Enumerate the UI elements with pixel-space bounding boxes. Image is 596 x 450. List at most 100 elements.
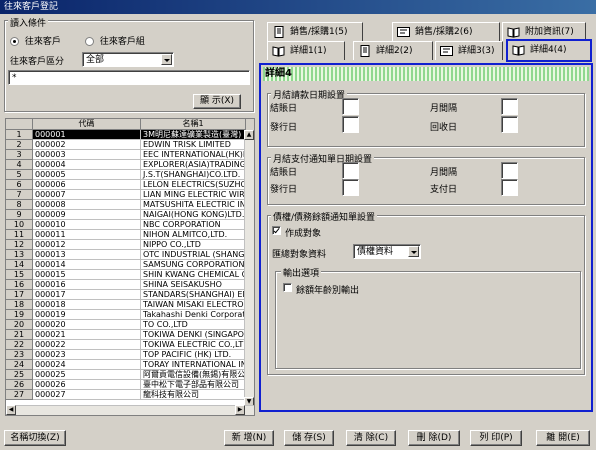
radio-group[interactable]: 往來客戶組 <box>85 34 145 47</box>
row-number: 13 <box>6 250 33 260</box>
table-row[interactable]: 16 000016 SHINA SEISAKUSHO <box>6 280 254 290</box>
table-row[interactable]: 23 000023 TOP PACIFIC (HK) LTD. <box>6 350 254 360</box>
billing-issue-day-input[interactable] <box>342 116 359 133</box>
table-row[interactable]: 5 000005 J.S.T(SHANGHAI)CO.LTD. <box>6 170 254 180</box>
table-row[interactable]: 11 000011 NIHON ALMITCO,LTD. <box>6 230 254 240</box>
document-icon <box>274 26 284 38</box>
table-row[interactable]: 10 000010 NBC CORPORATION <box>6 220 254 230</box>
table-row[interactable]: 21 000021 TOKIWA DENKI (SINGAPOR <box>6 330 254 340</box>
row-number: 14 <box>6 260 33 270</box>
table-row[interactable]: 25 000025 阿爾貢電信設備(無錫)有限公 <box>6 370 254 380</box>
table-row[interactable]: 15 000015 SHIN KWANG CHEMICAL CO <box>6 270 254 280</box>
payment-month-interval-input[interactable] <box>501 162 518 179</box>
scroll-up-icon[interactable]: ▲ <box>244 130 254 140</box>
table-row[interactable]: 12 000012 NIPPO CO.,LTD <box>6 240 254 250</box>
summary-target-select[interactable]: 債權資料 <box>353 244 421 259</box>
row-number: 8 <box>6 200 33 210</box>
clear-button[interactable]: 清 除(C) <box>346 430 396 446</box>
table-row[interactable]: 1 000001 3M明尼蘇達礦業製造(臺灣) <box>6 130 254 140</box>
delete-button[interactable]: 刪 除(D) <box>408 430 460 446</box>
radio-group-indicator <box>85 37 94 46</box>
cell-code: 000008 <box>33 200 141 210</box>
add-button[interactable]: 新 增(N) <box>224 430 274 446</box>
table-row[interactable]: 9 000009 NAIGAI(HONG KONG)LTD. <box>6 210 254 220</box>
table-row[interactable]: 14 000014 SAMSUNG CORPORATION <box>6 260 254 270</box>
scroll-right-icon[interactable]: ▶ <box>235 405 245 415</box>
tab-attach[interactable]: 附加資訊(7) <box>502 22 586 41</box>
panel-title: 詳細4 <box>263 67 589 81</box>
category-select[interactable]: 全部 <box>82 52 174 67</box>
table-row[interactable]: 4 000004 EXPLORER(ASIA)TRADING <box>6 160 254 170</box>
leave-button[interactable]: 離 開(E) <box>536 430 590 446</box>
cell-name: NBC CORPORATION <box>141 220 246 230</box>
name-switch-button[interactable]: 名稱切換(Z) <box>4 430 66 446</box>
book-icon <box>507 27 520 38</box>
table-row[interactable]: 24 000024 TORAY INTERNATIONAL IN <box>6 360 254 370</box>
chevron-down-icon[interactable] <box>161 54 172 65</box>
grid-col-name[interactable]: 名稱1 <box>141 119 246 130</box>
table-row[interactable]: 3 000003 EEC INTERNATIONAL(HK)L <box>6 150 254 160</box>
row-number: 19 <box>6 310 33 320</box>
grid-horizontal-scrollbar[interactable]: ◀ ▶ <box>6 405 254 415</box>
table-row[interactable]: 19000019Takahashi Denki Corporation <box>6 310 254 320</box>
table-row[interactable]: 6 000006 LELON ELECTRICS(SUZHOU <box>6 180 254 190</box>
payment-close-day-input[interactable] <box>342 162 359 179</box>
table-row[interactable]: 8 000008 MATSUSHITA ELECTRIC IN <box>6 200 254 210</box>
cell-name: EEC INTERNATIONAL(HK)L <box>141 150 246 160</box>
payment-pay-day-input[interactable] <box>501 179 518 196</box>
tab-detail4[interactable]: 詳細4(4) <box>506 39 592 62</box>
print-button[interactable]: 列 印(P) <box>470 430 522 446</box>
filter-group-label: 讀入條件 <box>8 16 49 29</box>
grid-col-code[interactable]: 代碼 <box>33 119 141 130</box>
customer-grid[interactable]: 代碼 名稱1 1 000001 3M明尼蘇達礦業製造(臺灣) 2 000002 EDWIN… <box>5 118 255 416</box>
row-number: 27 <box>6 390 33 400</box>
row-number: 4 <box>6 160 33 170</box>
radio-group-label: 往來客戶組 <box>99 37 145 47</box>
grid-corner <box>6 119 33 130</box>
tab-detail1[interactable]: 詳細1(1) <box>267 41 345 60</box>
tab-sales2[interactable]: 銷售/採購2(6) <box>392 22 500 41</box>
grid-vertical-scrollbar[interactable]: ▲ ▼ <box>244 130 254 415</box>
tab-sales1[interactable]: 銷售/採購1(5) <box>267 22 363 41</box>
chevron-down-icon[interactable] <box>408 246 419 257</box>
billing-close-day-input[interactable] <box>342 98 359 115</box>
tab-detail3[interactable]: 詳細3(3) <box>435 41 503 60</box>
table-row[interactable]: 2 000002 EDWIN TRISK LIMITED <box>6 140 254 150</box>
cell-code: 000015 <box>33 270 141 280</box>
window-title: 往來客戶登記 <box>0 0 596 14</box>
code-input[interactable]: * <box>8 70 250 85</box>
cell-name: STANDARS(SHANGHAI) ENR <box>141 290 246 300</box>
aging-output-checkbox[interactable] <box>283 283 292 292</box>
category-label: 往來客戶區分 <box>10 57 65 67</box>
scroll-left-icon[interactable]: ◀ <box>6 405 16 415</box>
payment-issue-day-label: 發行日 <box>270 185 298 195</box>
table-row[interactable]: 13 000013 OTC INDUSTRIAL (SHANGH <box>6 250 254 260</box>
show-button[interactable]: 顯 示(X) <box>193 94 241 109</box>
billing-month-interval-input[interactable] <box>501 98 518 115</box>
cell-name: 龍科技有限公司 <box>141 390 246 400</box>
table-row[interactable]: 26 000026 臺中松下電子部品有限公司 <box>6 380 254 390</box>
table-row[interactable]: 27 000027 龍科技有限公司 <box>6 390 254 400</box>
cell-name: NIHON ALMITCO,LTD. <box>141 230 246 240</box>
tab-detail4-label: 詳細4(4) <box>530 45 567 55</box>
cell-code: 000027 <box>33 390 141 400</box>
aging-output-label: 餘額年齡別輸出 <box>296 286 360 296</box>
radio-customer-label: 往來客戶 <box>24 37 61 47</box>
cell-code: 000001 <box>33 130 141 140</box>
create-target-checkbox[interactable] <box>272 226 281 235</box>
row-number: 20 <box>6 320 33 330</box>
table-row[interactable]: 20 000020 TO CO.,LTD <box>6 320 254 330</box>
table-row[interactable]: 22 000022 TOKIWA ELECTRIC CO.,LT <box>6 340 254 350</box>
form-icon <box>440 46 453 56</box>
save-button[interactable]: 儲 存(S) <box>284 430 334 446</box>
tab-detail2[interactable]: 詳細2(2) <box>353 41 433 60</box>
radio-customer[interactable]: 往來客戶 <box>10 34 61 47</box>
table-row[interactable]: 17 000017 STANDARS(SHANGHAI) ENR <box>6 290 254 300</box>
cell-name: SHIN KWANG CHEMICAL CO <box>141 270 246 280</box>
billing-collect-day-input[interactable] <box>501 116 518 133</box>
cell-code: 000014 <box>33 260 141 270</box>
table-row[interactable]: 18 000018 TAIWAN MISAKI ELECTRON <box>6 300 254 310</box>
payment-issue-day-input[interactable] <box>342 179 359 196</box>
table-row[interactable]: 7 000007 LIAN MING ELECTRIC WIRE <box>6 190 254 200</box>
cell-code: 000020 <box>33 320 141 330</box>
